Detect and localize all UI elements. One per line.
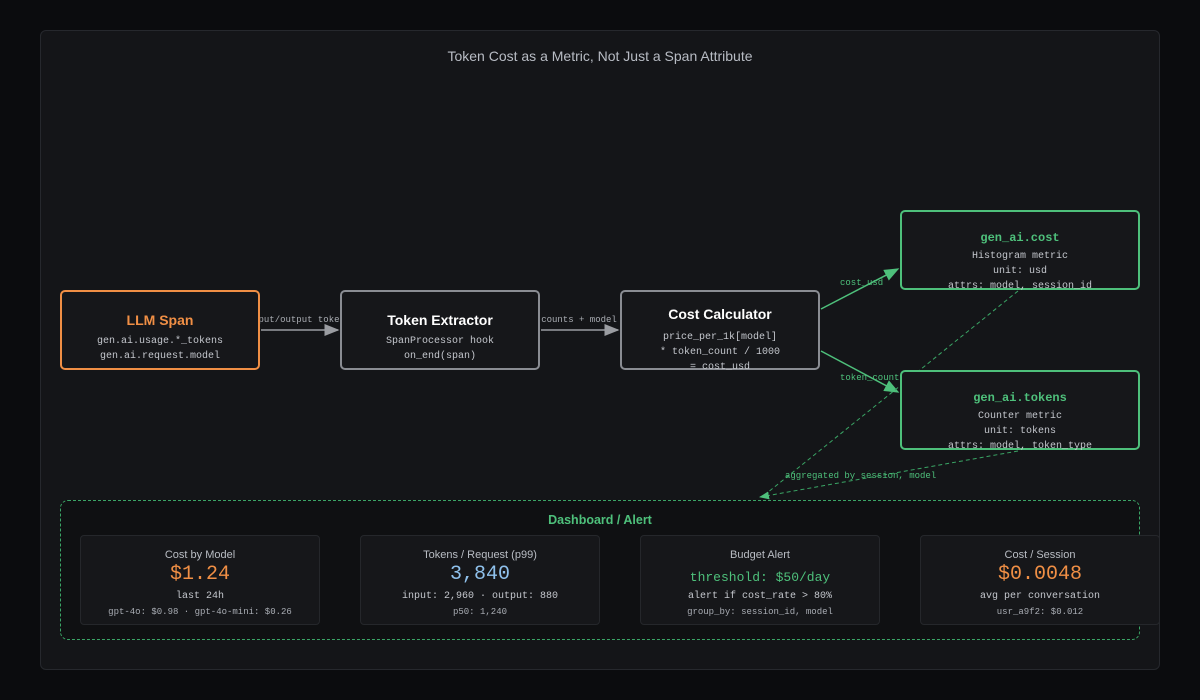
card-subtitle: alert if cost_rate > 80% xyxy=(687,591,833,602)
node-line: * token_count / 1000 xyxy=(659,347,781,358)
card-value: $0.0048 xyxy=(997,563,1082,586)
node-token-extractor: Token Extractor SpanProcessor hook on_en… xyxy=(340,290,540,370)
card-value: $1.24 xyxy=(169,563,230,586)
node-title: Token Extractor xyxy=(387,312,493,328)
card-title: Cost by Model xyxy=(164,549,236,561)
card-tokens-per-request: Tokens / Request (p99) 3,840 input: 2,96… xyxy=(360,535,600,625)
node-llm-span: LLM Span gen.ai.usage.*_tokens gen.ai.re… xyxy=(60,290,260,370)
node-line: unit: usd xyxy=(992,266,1047,277)
edge-label-input-output: input/output tokens xyxy=(248,315,351,325)
node-line: unit: tokens xyxy=(983,426,1056,437)
card-budget-alert: Budget Alert threshold: $50/day alert if… xyxy=(640,535,880,625)
card-subtitle: avg per conversation xyxy=(979,591,1101,602)
edge-calculator-to-tokens xyxy=(820,350,900,393)
card-title: Cost / Session xyxy=(1004,549,1076,561)
node-line: SpanProcessor hook xyxy=(385,336,495,347)
node-line: Histogram metric xyxy=(971,251,1068,262)
card-cost-per-session: Cost / Session $0.0048 avg per conversat… xyxy=(920,535,1160,625)
node-line: gen.ai.request.model xyxy=(99,351,221,362)
card-subtitle: last 24h xyxy=(175,591,224,602)
node-line: = cost_usd xyxy=(689,362,750,373)
node-line: attrs: model, session_id xyxy=(947,281,1093,292)
node-gen-ai-tokens: gen_ai.tokens Counter metric unit: token… xyxy=(900,370,1140,452)
node-line: gen.ai.usage.*_tokens xyxy=(96,336,224,347)
node-gen-ai-cost: gen_ai.cost Histogram metric unit: usd a… xyxy=(900,210,1140,292)
edge-label-counts-model: counts + model xyxy=(541,315,617,325)
node-line: Counter metric xyxy=(977,411,1062,422)
node-title: gen_ai.cost xyxy=(980,231,1060,245)
card-title: Tokens / Request (p99) xyxy=(423,549,537,561)
dashboard-title: Dashboard / Alert xyxy=(548,513,652,527)
edge-calculator-to-cost xyxy=(820,268,900,310)
edge-label-token-counts: token_counts xyxy=(840,373,905,383)
node-title: Cost Calculator xyxy=(668,306,772,322)
edge-label-cost-usd: cost_usd xyxy=(840,278,883,288)
card-title: Budget Alert xyxy=(730,549,790,561)
card-detail: group_by: session_id, model xyxy=(687,607,833,617)
card-value: threshold: $50/day xyxy=(689,570,831,585)
card-value: 3,840 xyxy=(449,563,510,586)
card-detail: usr_a9f2: $0.012 xyxy=(996,607,1084,617)
node-line: attrs: model, token_type xyxy=(947,441,1093,452)
node-line: on_end(span) xyxy=(403,351,476,362)
node-cost-calculator: Cost Calculator price_per_1k[model] * to… xyxy=(620,290,820,373)
card-detail: gpt-4o: $0.98 · gpt-4o-mini: $0.26 xyxy=(108,607,292,617)
card-subtitle: input: 2,960 · output: 880 xyxy=(401,591,559,602)
card-cost-by-model: Cost by Model $1.24 last 24h gpt-4o: $0.… xyxy=(80,535,320,625)
card-detail: p50: 1,240 xyxy=(452,607,507,617)
edge-label-aggregated: aggregated by session, model xyxy=(785,471,936,481)
node-line: price_per_1k[model] xyxy=(662,332,778,343)
node-title: gen_ai.tokens xyxy=(973,391,1067,405)
node-title: LLM Span xyxy=(126,312,194,328)
